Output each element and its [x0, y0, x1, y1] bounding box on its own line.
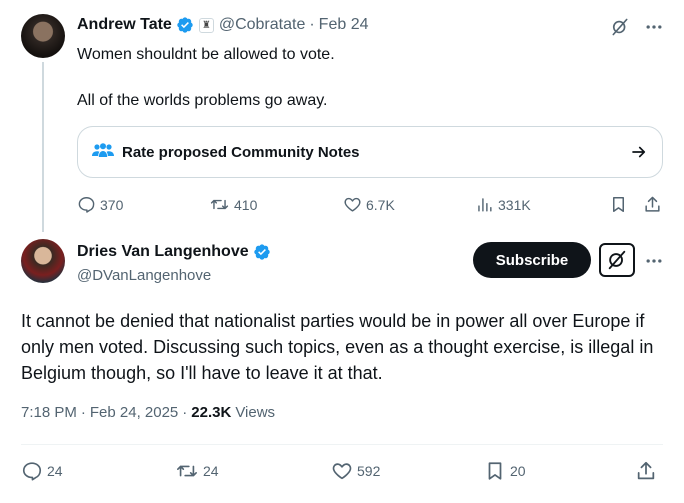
grok-icon — [608, 250, 626, 270]
separator-dot: · — [80, 404, 86, 421]
author-name[interactable]: Andrew Tate — [77, 16, 172, 34]
repost-button[interactable]: 410 — [209, 195, 257, 214]
reply-icon — [78, 197, 95, 213]
views-count: 331K — [498, 196, 531, 213]
thread-connector-line — [42, 62, 44, 232]
share-icon — [637, 461, 655, 480]
heart-icon — [332, 463, 352, 480]
grok-button[interactable] — [599, 243, 635, 277]
people-icon — [92, 143, 114, 161]
avatar[interactable] — [21, 239, 65, 283]
repost-icon — [177, 465, 197, 477]
rate-community-notes-button[interactable]: Rate proposed Community Notes — [77, 126, 663, 178]
tweet-text-line: All of the worlds problems go away. — [77, 92, 328, 109]
parent-tweet-top-actions — [610, 17, 664, 37]
subscribe-button[interactable]: Subscribe — [473, 242, 591, 278]
views-icon — [478, 198, 492, 212]
views-count: 22.3K — [191, 404, 232, 421]
divider — [21, 444, 663, 445]
more-options-icon[interactable] — [644, 17, 664, 37]
author-name[interactable]: Dries Van Langenhove — [77, 243, 249, 261]
community-notes-label: Rate proposed Community Notes — [122, 143, 360, 161]
avatar[interactable] — [21, 14, 65, 58]
share-button[interactable] — [635, 460, 657, 482]
share-button[interactable] — [643, 195, 662, 214]
bookmark-button[interactable]: 20 — [484, 460, 526, 482]
like-button[interactable]: 6.7K — [343, 195, 395, 214]
repost-count: 410 — [234, 196, 258, 213]
like-button[interactable]: 592 — [331, 460, 380, 482]
more-options-icon[interactable] — [644, 251, 664, 276]
verified-badge-icon — [253, 243, 271, 261]
grok-icon[interactable] — [610, 17, 630, 37]
views-button[interactable]: 331K — [475, 195, 531, 214]
main-tweet-text: It cannot be denied that nationalist par… — [21, 311, 654, 383]
separator-dot: · — [182, 404, 188, 421]
affiliation-badge-icon[interactable]: ♜ — [198, 17, 214, 33]
tweet-date[interactable]: Feb 24 — [319, 16, 369, 34]
tweet-text-line: Women shouldnt be allowed to vote. — [77, 46, 335, 63]
bookmark-icon — [488, 462, 502, 480]
parent-tweet-text: Women shouldnt be allowed to vote. All o… — [77, 44, 335, 111]
bookmark-icon — [612, 197, 625, 212]
parent-tweet-actions: 370 410 6.7K 331K — [77, 193, 667, 215]
tweet-time[interactable]: 7:18 PM — [21, 404, 77, 421]
reply-button[interactable]: 24 — [21, 460, 63, 482]
main-tweet-header: Dries Van Langenhove — [77, 243, 271, 261]
share-icon — [645, 196, 660, 212]
repost-button[interactable]: 24 — [175, 460, 219, 482]
like-count: 592 — [357, 463, 381, 479]
tweet-date[interactable]: Feb 24, 2025 — [90, 404, 178, 421]
verified-badge-icon — [176, 16, 194, 34]
bookmark-button[interactable] — [609, 195, 628, 214]
repost-count: 24 — [203, 463, 219, 479]
like-count: 6.7K — [366, 196, 395, 213]
bookmark-count: 20 — [510, 463, 526, 479]
reply-count: 370 — [100, 196, 124, 213]
separator-dot: · — [309, 16, 315, 33]
heart-icon — [344, 197, 361, 212]
tweet-meta: 7:18 PM · Feb 24, 2025 · 22.3K Views — [21, 404, 275, 421]
author-handle[interactable]: @Cobratate — [219, 16, 306, 34]
reply-icon — [22, 462, 42, 481]
repost-icon — [210, 199, 229, 210]
reply-button[interactable]: 370 — [77, 195, 123, 214]
main-tweet-actions: 24 24 592 20 — [21, 459, 663, 485]
author-handle[interactable]: @DVanLangenhove — [77, 267, 211, 284]
arrow-right-icon — [630, 143, 648, 161]
parent-tweet-header: Andrew Tate ♜ @Cobratate · Feb 24 — [77, 16, 368, 34]
views-label: Views — [235, 404, 276, 421]
reply-count: 24 — [47, 463, 63, 479]
